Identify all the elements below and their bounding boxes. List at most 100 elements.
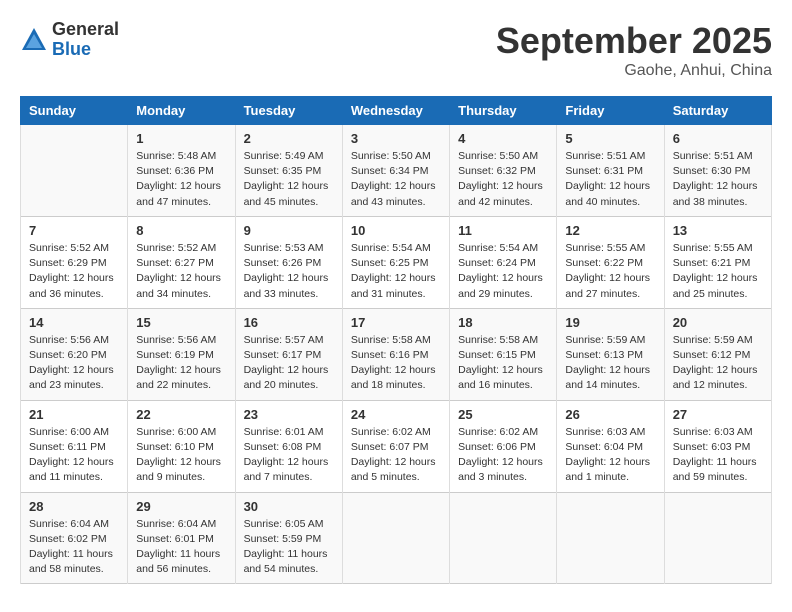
- calendar-table: SundayMondayTuesdayWednesdayThursdayFrid…: [20, 96, 772, 584]
- calendar-cell: 18 Sunrise: 5:58 AM Sunset: 6:15 PM Dayli…: [450, 308, 557, 400]
- day-info: Sunrise: 6:02 AM Sunset: 6:07 PM Dayligh…: [351, 425, 441, 486]
- calendar-cell: 28 Sunrise: 6:04 AM Sunset: 6:02 PM Dayli…: [21, 492, 128, 584]
- day-number: 23: [244, 407, 334, 422]
- header-day-tuesday: Tuesday: [235, 97, 342, 125]
- day-number: 17: [351, 315, 441, 330]
- logo-general-text: General: [52, 20, 119, 40]
- day-info: Sunrise: 5:52 AM Sunset: 6:27 PM Dayligh…: [136, 241, 226, 302]
- logo-text: General Blue: [52, 20, 119, 60]
- day-number: 8: [136, 223, 226, 238]
- header-day-wednesday: Wednesday: [342, 97, 449, 125]
- calendar-cell: 26Sunrise: 6:03 AM Sunset: 6:04 PM Dayli…: [557, 400, 664, 492]
- day-number: 29: [136, 499, 226, 514]
- week-row-1: 1Sunrise: 5:48 AM Sunset: 6:36 PM Daylig…: [21, 125, 772, 217]
- day-info: Sunrise: 5:55 AM Sunset: 6:21 PM Dayligh…: [673, 241, 763, 302]
- day-number: 9: [244, 223, 334, 238]
- day-info: Sunrise: 5:51 AM Sunset: 6:30 PM Dayligh…: [673, 149, 763, 210]
- day-number: 25: [458, 407, 548, 422]
- calendar-cell: 24Sunrise: 6:02 AM Sunset: 6:07 PM Dayli…: [342, 400, 449, 492]
- day-number: 11: [458, 223, 548, 238]
- calendar-cell: 1Sunrise: 5:48 AM Sunset: 6:36 PM Daylig…: [128, 125, 235, 217]
- header-day-friday: Friday: [557, 97, 664, 125]
- calendar-cell: 19Sunrise: 5:59 AM Sunset: 6:13 PM Dayli…: [557, 308, 664, 400]
- calendar-cell: 30Sunrise: 6:05 AM Sunset: 5:59 PM Dayli…: [235, 492, 342, 584]
- day-info: Sunrise: 6:03 AM Sunset: 6:03 PM Dayligh…: [673, 425, 763, 486]
- calendar-cell: [557, 492, 664, 584]
- calendar-cell: 11 Sunrise: 5:54 AM Sunset: 6:24 PM Dayli…: [450, 216, 557, 308]
- day-number: 15: [136, 315, 226, 330]
- day-number: 7: [29, 223, 119, 238]
- week-row-5: 28 Sunrise: 6:04 AM Sunset: 6:02 PM Dayli…: [21, 492, 772, 584]
- calendar-cell: 2 Sunrise: 5:49 AM Sunset: 6:35 PM Daylig…: [235, 125, 342, 217]
- calendar-cell: 22Sunrise: 6:00 AM Sunset: 6:10 PM Dayli…: [128, 400, 235, 492]
- day-number: 2: [244, 131, 334, 146]
- day-info: Sunrise: 5:56 AM Sunset: 6:20 PM Dayligh…: [29, 333, 119, 394]
- calendar-cell: 7Sunrise: 5:52 AM Sunset: 6:29 PM Daylig…: [21, 216, 128, 308]
- month-title: September 2025: [496, 20, 772, 62]
- calendar-cell: 6 Sunrise: 5:51 AM Sunset: 6:30 PM Daylig…: [664, 125, 771, 217]
- day-info: Sunrise: 6:05 AM Sunset: 5:59 PM Dayligh…: [244, 517, 334, 578]
- day-number: 20: [673, 315, 763, 330]
- day-number: 16: [244, 315, 334, 330]
- header-day-monday: Monday: [128, 97, 235, 125]
- logo-icon: [20, 26, 48, 54]
- calendar-cell: 3 Sunrise: 5:50 AM Sunset: 6:34 PM Daylig…: [342, 125, 449, 217]
- day-info: Sunrise: 6:01 AM Sunset: 6:08 PM Dayligh…: [244, 425, 334, 486]
- day-number: 10: [351, 223, 441, 238]
- calendar-cell: 8 Sunrise: 5:52 AM Sunset: 6:27 PM Daylig…: [128, 216, 235, 308]
- header-day-thursday: Thursday: [450, 97, 557, 125]
- day-info: Sunrise: 5:56 AM Sunset: 6:19 PM Dayligh…: [136, 333, 226, 394]
- page-header: General Blue September 2025 Gaohe, Anhui…: [20, 20, 772, 80]
- day-info: Sunrise: 5:49 AM Sunset: 6:35 PM Dayligh…: [244, 149, 334, 210]
- day-info: Sunrise: 5:57 AM Sunset: 6:17 PM Dayligh…: [244, 333, 334, 394]
- calendar-cell: 29 Sunrise: 6:04 AM Sunset: 6:01 PM Dayli…: [128, 492, 235, 584]
- day-info: Sunrise: 5:59 AM Sunset: 6:12 PM Dayligh…: [673, 333, 763, 394]
- calendar-cell: 14 Sunrise: 5:56 AM Sunset: 6:20 PM Dayli…: [21, 308, 128, 400]
- day-info: Sunrise: 5:53 AM Sunset: 6:26 PM Dayligh…: [244, 241, 334, 302]
- day-number: 14: [29, 315, 119, 330]
- calendar-cell: 4 Sunrise: 5:50 AM Sunset: 6:32 PM Daylig…: [450, 125, 557, 217]
- calendar-cell: 21Sunrise: 6:00 AM Sunset: 6:11 PM Dayli…: [21, 400, 128, 492]
- day-info: Sunrise: 5:54 AM Sunset: 6:24 PM Dayligh…: [458, 241, 548, 302]
- header-day-saturday: Saturday: [664, 97, 771, 125]
- calendar-cell: 25 Sunrise: 6:02 AM Sunset: 6:06 PM Dayli…: [450, 400, 557, 492]
- calendar-cell: [450, 492, 557, 584]
- day-info: Sunrise: 6:04 AM Sunset: 6:01 PM Dayligh…: [136, 517, 226, 578]
- calendar-cell: 13Sunrise: 5:55 AM Sunset: 6:21 PM Dayli…: [664, 216, 771, 308]
- day-info: Sunrise: 6:02 AM Sunset: 6:06 PM Dayligh…: [458, 425, 548, 486]
- calendar-cell: 9 Sunrise: 5:53 AM Sunset: 6:26 PM Daylig…: [235, 216, 342, 308]
- day-number: 22: [136, 407, 226, 422]
- day-number: 12: [565, 223, 655, 238]
- day-info: Sunrise: 5:54 AM Sunset: 6:25 PM Dayligh…: [351, 241, 441, 302]
- day-number: 6: [673, 131, 763, 146]
- calendar-header: SundayMondayTuesdayWednesdayThursdayFrid…: [21, 97, 772, 125]
- header-row: SundayMondayTuesdayWednesdayThursdayFrid…: [21, 97, 772, 125]
- calendar-cell: 20 Sunrise: 5:59 AM Sunset: 6:12 PM Dayli…: [664, 308, 771, 400]
- day-number: 21: [29, 407, 119, 422]
- day-number: 18: [458, 315, 548, 330]
- calendar-cell: 5 Sunrise: 5:51 AM Sunset: 6:31 PM Daylig…: [557, 125, 664, 217]
- day-number: 4: [458, 131, 548, 146]
- day-number: 1: [136, 131, 226, 146]
- day-info: Sunrise: 5:51 AM Sunset: 6:31 PM Dayligh…: [565, 149, 655, 210]
- week-row-3: 14 Sunrise: 5:56 AM Sunset: 6:20 PM Dayli…: [21, 308, 772, 400]
- calendar-cell: 23 Sunrise: 6:01 AM Sunset: 6:08 PM Dayli…: [235, 400, 342, 492]
- calendar-cell: [664, 492, 771, 584]
- location: Gaohe, Anhui, China: [496, 62, 772, 80]
- calendar-cell: 17 Sunrise: 5:58 AM Sunset: 6:16 PM Dayli…: [342, 308, 449, 400]
- day-info: Sunrise: 5:50 AM Sunset: 6:34 PM Dayligh…: [351, 149, 441, 210]
- calendar-cell: [342, 492, 449, 584]
- day-number: 19: [565, 315, 655, 330]
- day-number: 5: [565, 131, 655, 146]
- day-info: Sunrise: 6:04 AM Sunset: 6:02 PM Dayligh…: [29, 517, 119, 578]
- day-info: Sunrise: 5:58 AM Sunset: 6:16 PM Dayligh…: [351, 333, 441, 394]
- day-number: 3: [351, 131, 441, 146]
- day-info: Sunrise: 5:50 AM Sunset: 6:32 PM Dayligh…: [458, 149, 548, 210]
- calendar-cell: 10 Sunrise: 5:54 AM Sunset: 6:25 PM Dayli…: [342, 216, 449, 308]
- day-info: Sunrise: 5:55 AM Sunset: 6:22 PM Dayligh…: [565, 241, 655, 302]
- day-number: 27: [673, 407, 763, 422]
- day-info: Sunrise: 5:58 AM Sunset: 6:15 PM Dayligh…: [458, 333, 548, 394]
- calendar-cell: 16 Sunrise: 5:57 AM Sunset: 6:17 PM Dayli…: [235, 308, 342, 400]
- week-row-2: 7Sunrise: 5:52 AM Sunset: 6:29 PM Daylig…: [21, 216, 772, 308]
- day-number: 28: [29, 499, 119, 514]
